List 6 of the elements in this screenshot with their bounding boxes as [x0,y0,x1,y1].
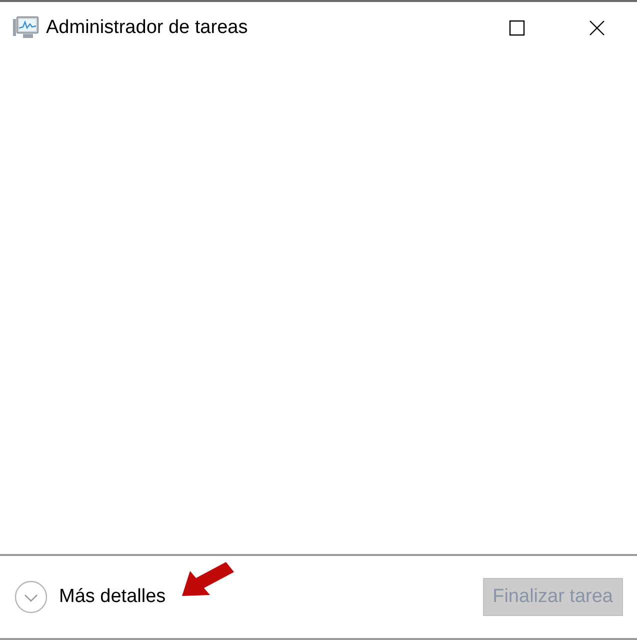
close-icon [589,20,605,36]
maximize-icon [509,20,525,36]
more-details-link[interactable]: Más detalles [59,582,166,612]
monitor-chart-icon [12,16,40,40]
expand-chevron-icon[interactable] [14,580,48,614]
window-title: Administrador de tareas [46,16,248,40]
